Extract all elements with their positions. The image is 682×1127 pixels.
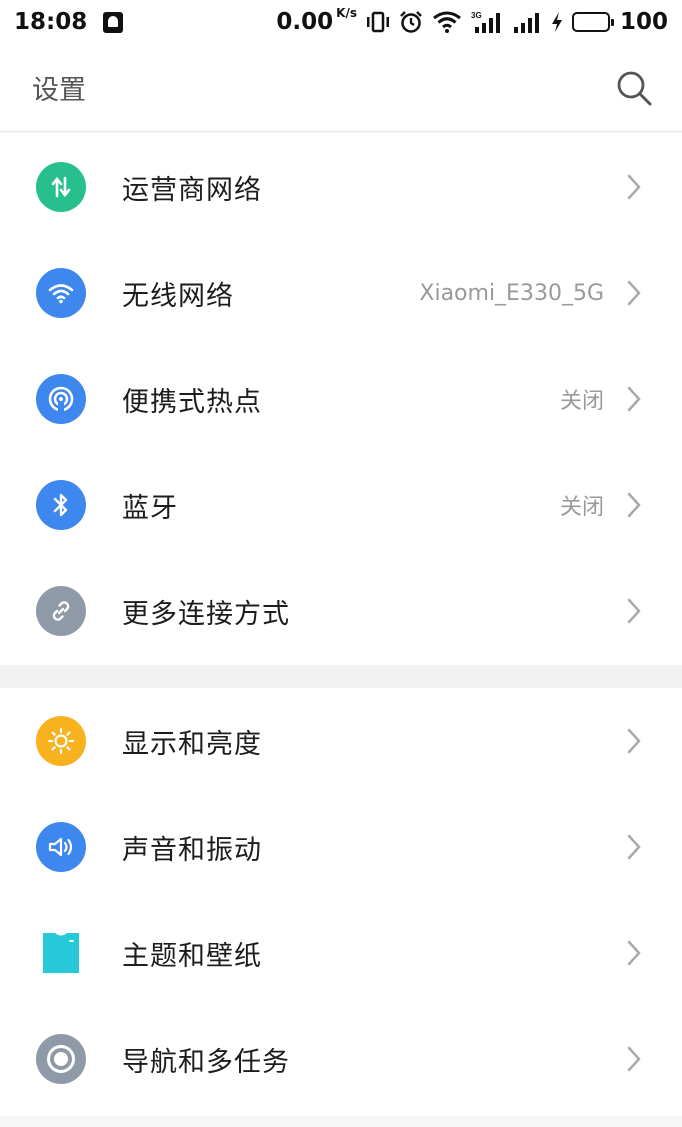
settings-item-theme-wallpaper[interactable]: 主题和壁纸 <box>0 900 682 1006</box>
sound-icon <box>36 822 86 872</box>
net-speed-unit: K/s <box>336 6 357 20</box>
alarm-icon <box>399 10 423 34</box>
bottom-edge <box>0 1116 682 1127</box>
chevron-right-icon <box>626 833 642 861</box>
settings-item-hotspot[interactable]: 便携式热点 关闭 <box>0 346 682 452</box>
settings-item-value: Xiaomi_E330_5G <box>419 280 604 306</box>
signal-icon <box>512 10 542 34</box>
settings-item-label: 主题和壁纸 <box>122 940 262 972</box>
settings-item-label: 显示和亮度 <box>122 728 262 760</box>
settings-item-sound-vibration[interactable]: 声音和振动 <box>0 794 682 900</box>
brightness-icon <box>36 716 86 766</box>
settings-item-value: 关闭 <box>559 495 604 520</box>
settings-item-bluetooth[interactable]: 蓝牙 关闭 <box>0 452 682 558</box>
settings-item-label: 导航和多任务 <box>122 1046 290 1078</box>
settings-item-carrier-network[interactable]: 运营商网络 <box>0 134 682 240</box>
vibrate-icon <box>366 11 390 33</box>
signal-3g-icon: 3G <box>471 10 503 34</box>
theme-shirt-icon <box>36 928 86 978</box>
chevron-right-icon <box>626 385 642 413</box>
chevron-right-icon <box>626 727 642 755</box>
settings-item-value: 关闭 <box>559 389 604 414</box>
settings-item-more-connections[interactable]: 更多连接方式 <box>0 558 682 664</box>
net-speed-value: 0.00 <box>276 9 334 35</box>
battery-icon <box>571 12 614 32</box>
settings-item-navigation-multitask[interactable]: 导航和多任务 <box>0 1006 682 1112</box>
section-divider <box>0 665 682 688</box>
chevron-right-icon <box>626 491 642 519</box>
net-speed: 0.00 K/s <box>276 6 357 35</box>
settings-section-personalization: 显示和亮度 声音和振动 主题和壁纸 导航和多任务 <box>0 688 682 1112</box>
page-title: 设置 <box>32 75 86 106</box>
settings-item-label: 蓝牙 <box>122 492 178 524</box>
settings-section-connectivity: 运营商网络 无线网络 Xiaomi_E330_5G 便携式热点 关闭 蓝牙 关闭… <box>0 134 682 664</box>
wifi-icon <box>432 10 462 34</box>
settings-item-display-brightness[interactable]: 显示和亮度 <box>0 688 682 794</box>
search-button[interactable] <box>612 66 656 110</box>
battery-indicator: 100 <box>571 9 668 35</box>
bluetooth-icon <box>36 480 86 530</box>
app-bar: 设置 <box>0 44 682 132</box>
status-bar: 18:08 0.00 K/s 3G 100 <box>0 0 682 44</box>
chevron-right-icon <box>626 173 642 201</box>
chevron-right-icon <box>626 597 642 625</box>
network-type-label: 3G <box>471 11 482 20</box>
mobile-data-icon <box>36 162 86 212</box>
settings-item-label: 无线网络 <box>122 280 234 312</box>
settings-item-label: 运营商网络 <box>122 174 262 206</box>
status-time: 18:08 <box>14 9 88 35</box>
notification-icon <box>103 11 124 33</box>
link-icon <box>36 586 86 636</box>
chevron-right-icon <box>626 1045 642 1073</box>
settings-item-wifi[interactable]: 无线网络 Xiaomi_E330_5G <box>0 240 682 346</box>
wifi-icon <box>36 268 86 318</box>
navigation-icon <box>36 1034 86 1084</box>
hotspot-icon <box>36 374 86 424</box>
settings-item-label: 更多连接方式 <box>122 598 290 630</box>
chevron-right-icon <box>626 279 642 307</box>
settings-item-label: 声音和振动 <box>122 834 262 866</box>
settings-item-label: 便携式热点 <box>122 386 262 418</box>
search-icon <box>617 71 652 105</box>
chevron-right-icon <box>626 939 642 967</box>
charging-icon <box>551 11 563 33</box>
battery-level: 100 <box>619 9 668 35</box>
